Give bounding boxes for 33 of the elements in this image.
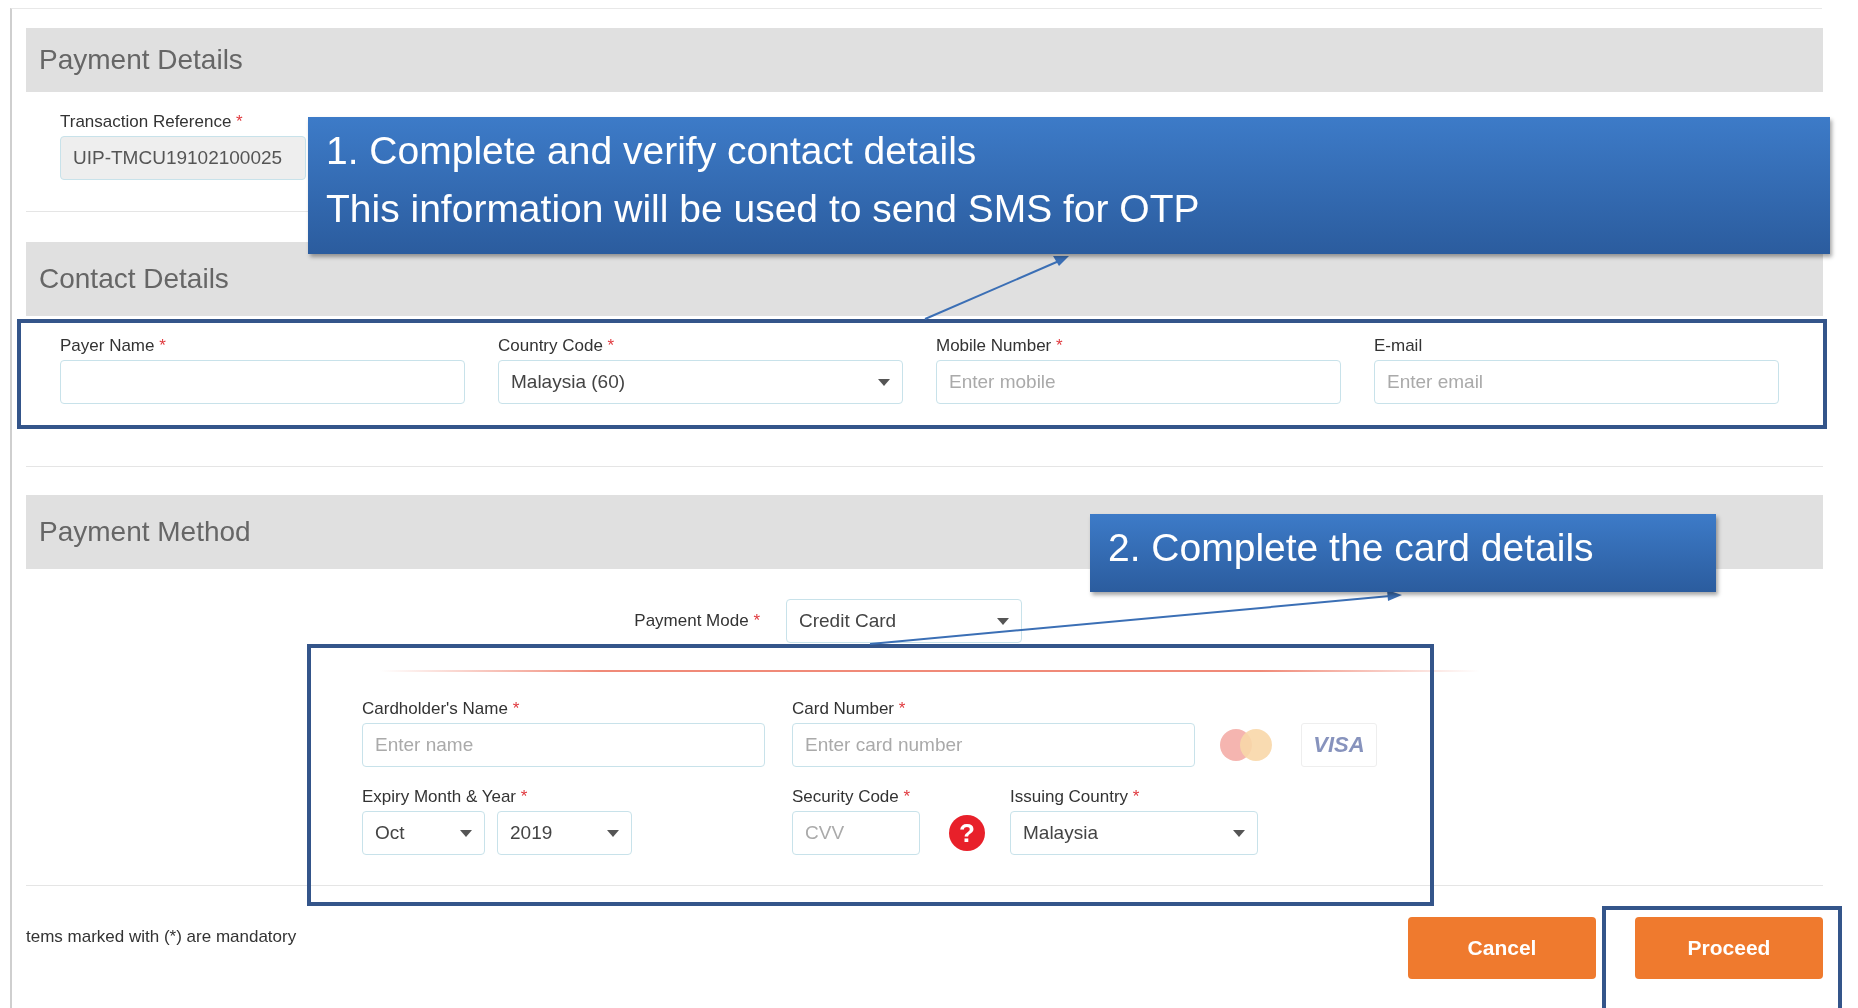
year-dropdown[interactable]: 2019 [497, 811, 632, 855]
field-label: Cardholder's Name * [362, 699, 520, 719]
callout-note: 2. Complete the card details [1090, 514, 1716, 592]
input-field[interactable]: Enter email [1374, 360, 1779, 404]
caret-icon [607, 829, 619, 837]
caret-icon [460, 829, 472, 837]
field-label: Card Number * [792, 699, 906, 719]
input-field[interactable]: Enter card number [792, 723, 1195, 767]
dropdown[interactable]: Credit Card [786, 599, 1022, 643]
month-dropdown[interactable]: Oct [362, 811, 485, 855]
field-label: Expiry Month & Year * [362, 787, 528, 807]
field-label: Payer Name * [60, 336, 166, 356]
input-field[interactable] [60, 360, 465, 404]
dropdown[interactable]: Malaysia [1010, 811, 1258, 855]
help-icon[interactable]: ? [949, 815, 985, 851]
input-field[interactable]: Enter mobile [936, 360, 1341, 404]
field-label: Issuing Country * [1010, 787, 1140, 807]
caret-icon [878, 378, 890, 386]
section-header: Payment Details [26, 28, 1823, 92]
dropdown[interactable]: Malaysia (60) [498, 360, 903, 404]
field-label: Payment Mode * [633, 611, 760, 631]
field-label: Country Code * [498, 336, 615, 356]
field-label: Security Code * [792, 787, 911, 807]
caret-icon [997, 617, 1009, 625]
caret-icon [1233, 829, 1245, 837]
input-field[interactable]: CVV [792, 811, 920, 855]
input-field[interactable]: Enter name [362, 723, 765, 767]
field-label: Transaction Reference * [60, 112, 243, 132]
visa-logo: VISA [1301, 723, 1377, 767]
field-label: E-mail [1374, 336, 1423, 356]
mandatory-note: tems marked with (*) are mandatory [26, 927, 297, 947]
callout-note: 1. Complete and verify contact details This information will be used to send SMS for OTP [308, 117, 1830, 254]
field-label: Mobile Number * [936, 336, 1063, 356]
